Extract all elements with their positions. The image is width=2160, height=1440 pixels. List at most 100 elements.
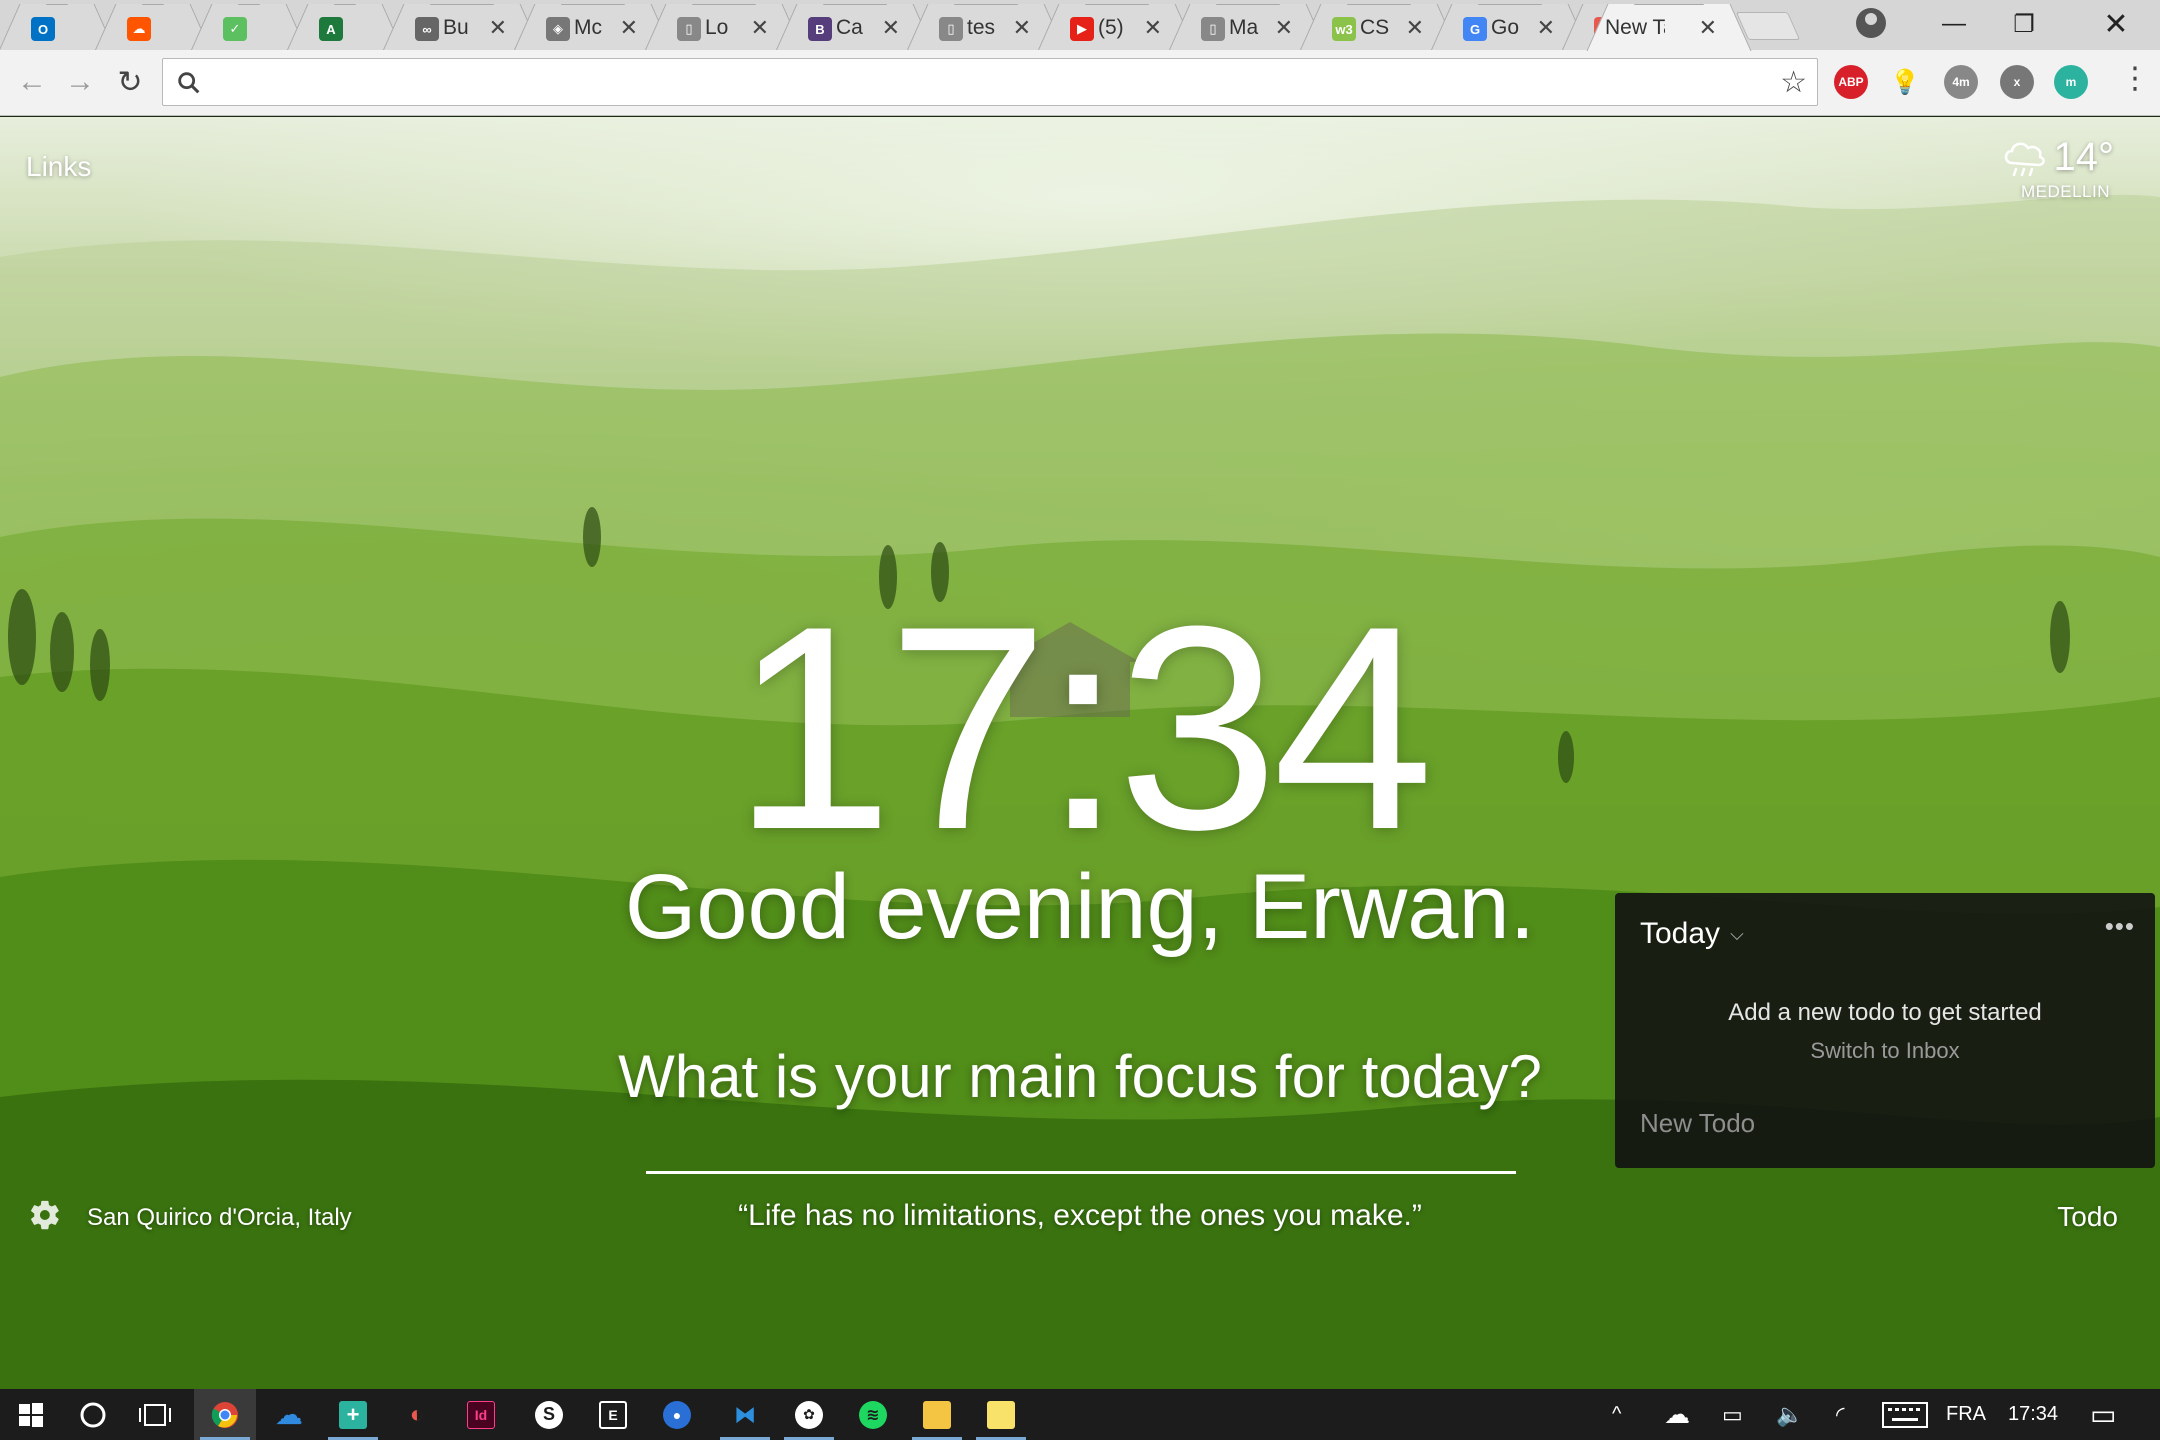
browser-tab[interactable]: ◈ Mc ✕ [537,4,649,50]
tab-title: Lo [705,15,729,39]
action-center-icon[interactable]: ▭ [2090,1389,2116,1440]
battery-icon[interactable]: ▭ [1722,1389,1743,1440]
browser-tab[interactable]: G Go ✕ [1454,4,1566,50]
taskbar-file-explorer[interactable] [906,1389,968,1440]
w3-icon: w3 [1332,17,1356,41]
minimize-icon[interactable]: — [1924,4,1984,44]
new-tab-button[interactable] [1735,12,1801,40]
daily-quote: “Life has no limitations, except the one… [738,1199,1422,1232]
more-options-icon[interactable]: ••• [2105,911,2135,942]
taskbar-vscode[interactable]: ⧓ [714,1389,776,1440]
tab-close-icon[interactable]: ✕ [1406,15,1424,41]
tray-overflow-icon[interactable]: ^ [1612,1389,1621,1440]
browser-tab[interactable]: B Ca ✕ [799,4,911,50]
browser-tab[interactable]: ▶ (5) ✕ [1061,4,1173,50]
taskbar-app-plus[interactable]: + [322,1389,384,1440]
weather-ext-icon[interactable]: 4m [1944,65,1978,99]
task-view-button[interactable] [124,1389,186,1440]
taskbar-spotify[interactable]: ≋ [842,1389,904,1440]
outlook-icon: O [31,17,55,41]
cortana-icon [80,1402,106,1427]
new-todo-input[interactable] [1640,1108,2120,1139]
tab-title: CS [1360,15,1390,39]
tab-close-icon[interactable]: ✕ [751,15,769,41]
tab-close-icon[interactable]: ✕ [489,15,507,41]
forward-icon[interactable]: → [62,64,98,100]
shield-icon: ✓ [223,17,247,41]
tab-close-icon[interactable]: ✕ [1275,15,1293,41]
browser-tab[interactable]: New Ta ✕ [1605,4,1728,50]
swirl-app-icon: ◐ [409,1400,425,1428]
tab-close-icon[interactable]: ✕ [620,15,638,41]
tab-title: Bu [443,15,469,39]
android-icon: A [319,17,343,41]
map-pin-icon: ● [663,1400,691,1429]
tab-close-icon[interactable]: ✕ [1144,15,1162,41]
chrome-icon [211,1401,238,1428]
tab-close-icon[interactable]: ✕ [1013,15,1031,41]
taskbar-app-frame[interactable]: E [582,1389,644,1440]
browser-tab[interactable]: A [310,4,380,50]
tab-close-icon[interactable]: ✕ [882,15,900,41]
timer-ext-icon[interactable]: x [2000,65,2034,99]
input-language[interactable]: FRA [1946,1389,1986,1440]
tab-title: Go [1491,15,1520,39]
browser-tab[interactable]: w3 CS ✕ [1323,4,1435,50]
close-window-icon[interactable]: ✕ [2086,4,2146,44]
browser-tab[interactable]: ▯ Ma ✕ [1192,4,1304,50]
switch-to-inbox-link[interactable]: Switch to Inbox [1615,1038,2155,1064]
todo-list-selector[interactable]: Today ⌵ [1640,917,1744,951]
sticky-note-icon [987,1400,1015,1429]
taskbar-maps[interactable]: ● [646,1389,708,1440]
todo-toggle-button[interactable]: Todo [2057,1201,2118,1233]
spotify-icon: ≋ [859,1400,887,1429]
windows-taskbar: ☁ + ◐ Id S E ● ⧓ ✿ ≋ ^ ☁ ▭ 🔈 ◜ FRA 17:34… [0,1389,2160,1440]
onedrive-icon: ☁ [275,1399,303,1430]
browser-tab[interactable]: ▯ tes ✕ [930,4,1042,50]
tab-close-icon[interactable]: ✕ [1699,15,1717,41]
wifi-icon[interactable]: ◜ [1836,1389,1845,1440]
taskbar-indesign[interactable]: Id [450,1389,512,1440]
keyboard-icon[interactable] [1882,1389,1928,1440]
glasses-icon: ∞ [415,17,439,41]
volume-icon[interactable]: 🔈 [1776,1389,1803,1440]
momentum-ext-icon[interactable]: m [2054,65,2088,99]
page-icon: ▯ [677,17,701,41]
ball-app-icon: ✿ [795,1400,823,1429]
folder-icon [923,1400,951,1429]
bookmark-star-icon[interactable]: ☆ [1780,65,1807,100]
todo-panel: Today ⌵ ••• Add a new todo to get starte… [1615,893,2155,1168]
back-icon[interactable]: ← [14,64,50,100]
tab-close-icon[interactable]: ✕ [1537,15,1555,41]
taskbar-app-swirl[interactable]: ◐ [386,1389,448,1440]
adblock-icon[interactable]: ABP [1834,65,1868,99]
taskbar-skype[interactable]: S [518,1389,580,1440]
reload-icon[interactable]: ↻ [112,64,148,100]
focus-input[interactable] [646,1114,1516,1174]
system-clock[interactable]: 17:34 [2008,1389,2058,1440]
chrome-menu-icon[interactable]: ⋮ [2120,64,2150,94]
browser-tab[interactable]: ☁ [118,4,188,50]
address-bar[interactable]: ☆ [162,58,1818,106]
browser-tab[interactable]: ✓ [214,4,284,50]
start-button[interactable] [0,1389,62,1440]
clock-time[interactable]: 17:34 [0,583,2160,873]
browser-tab[interactable]: ∞ Bu ✕ [406,4,518,50]
cloud-rain-icon [2004,142,2045,176]
cortana-button[interactable] [62,1389,124,1440]
taskbar-chrome[interactable] [194,1389,256,1440]
taskbar-sticky-notes[interactable] [970,1389,1032,1440]
indesign-icon: Id [467,1400,495,1429]
taskbar-onedrive[interactable]: ☁ [258,1389,320,1440]
onedrive-tray-icon[interactable]: ☁ [1664,1389,1690,1440]
restore-icon[interactable]: ❐ [1994,4,2054,44]
browser-tab[interactable]: ▯ Lo ✕ [668,4,780,50]
weather-widget[interactable]: 14° MEDELLIN [2000,135,2114,202]
browser-toolbar: ← → ↻ ☆ ABP 💡 4m x m ⋮ [0,50,2160,116]
links-button[interactable]: Links [26,151,91,183]
profile-icon[interactable] [1856,8,1886,38]
browser-tab[interactable]: O [22,4,92,50]
momentum-dashboard: Links 14° MEDELLIN 17:34 Good evening, E… [0,117,2160,1389]
bulb-icon[interactable]: 💡 [1888,65,1922,99]
taskbar-app-ball[interactable]: ✿ [778,1389,840,1440]
